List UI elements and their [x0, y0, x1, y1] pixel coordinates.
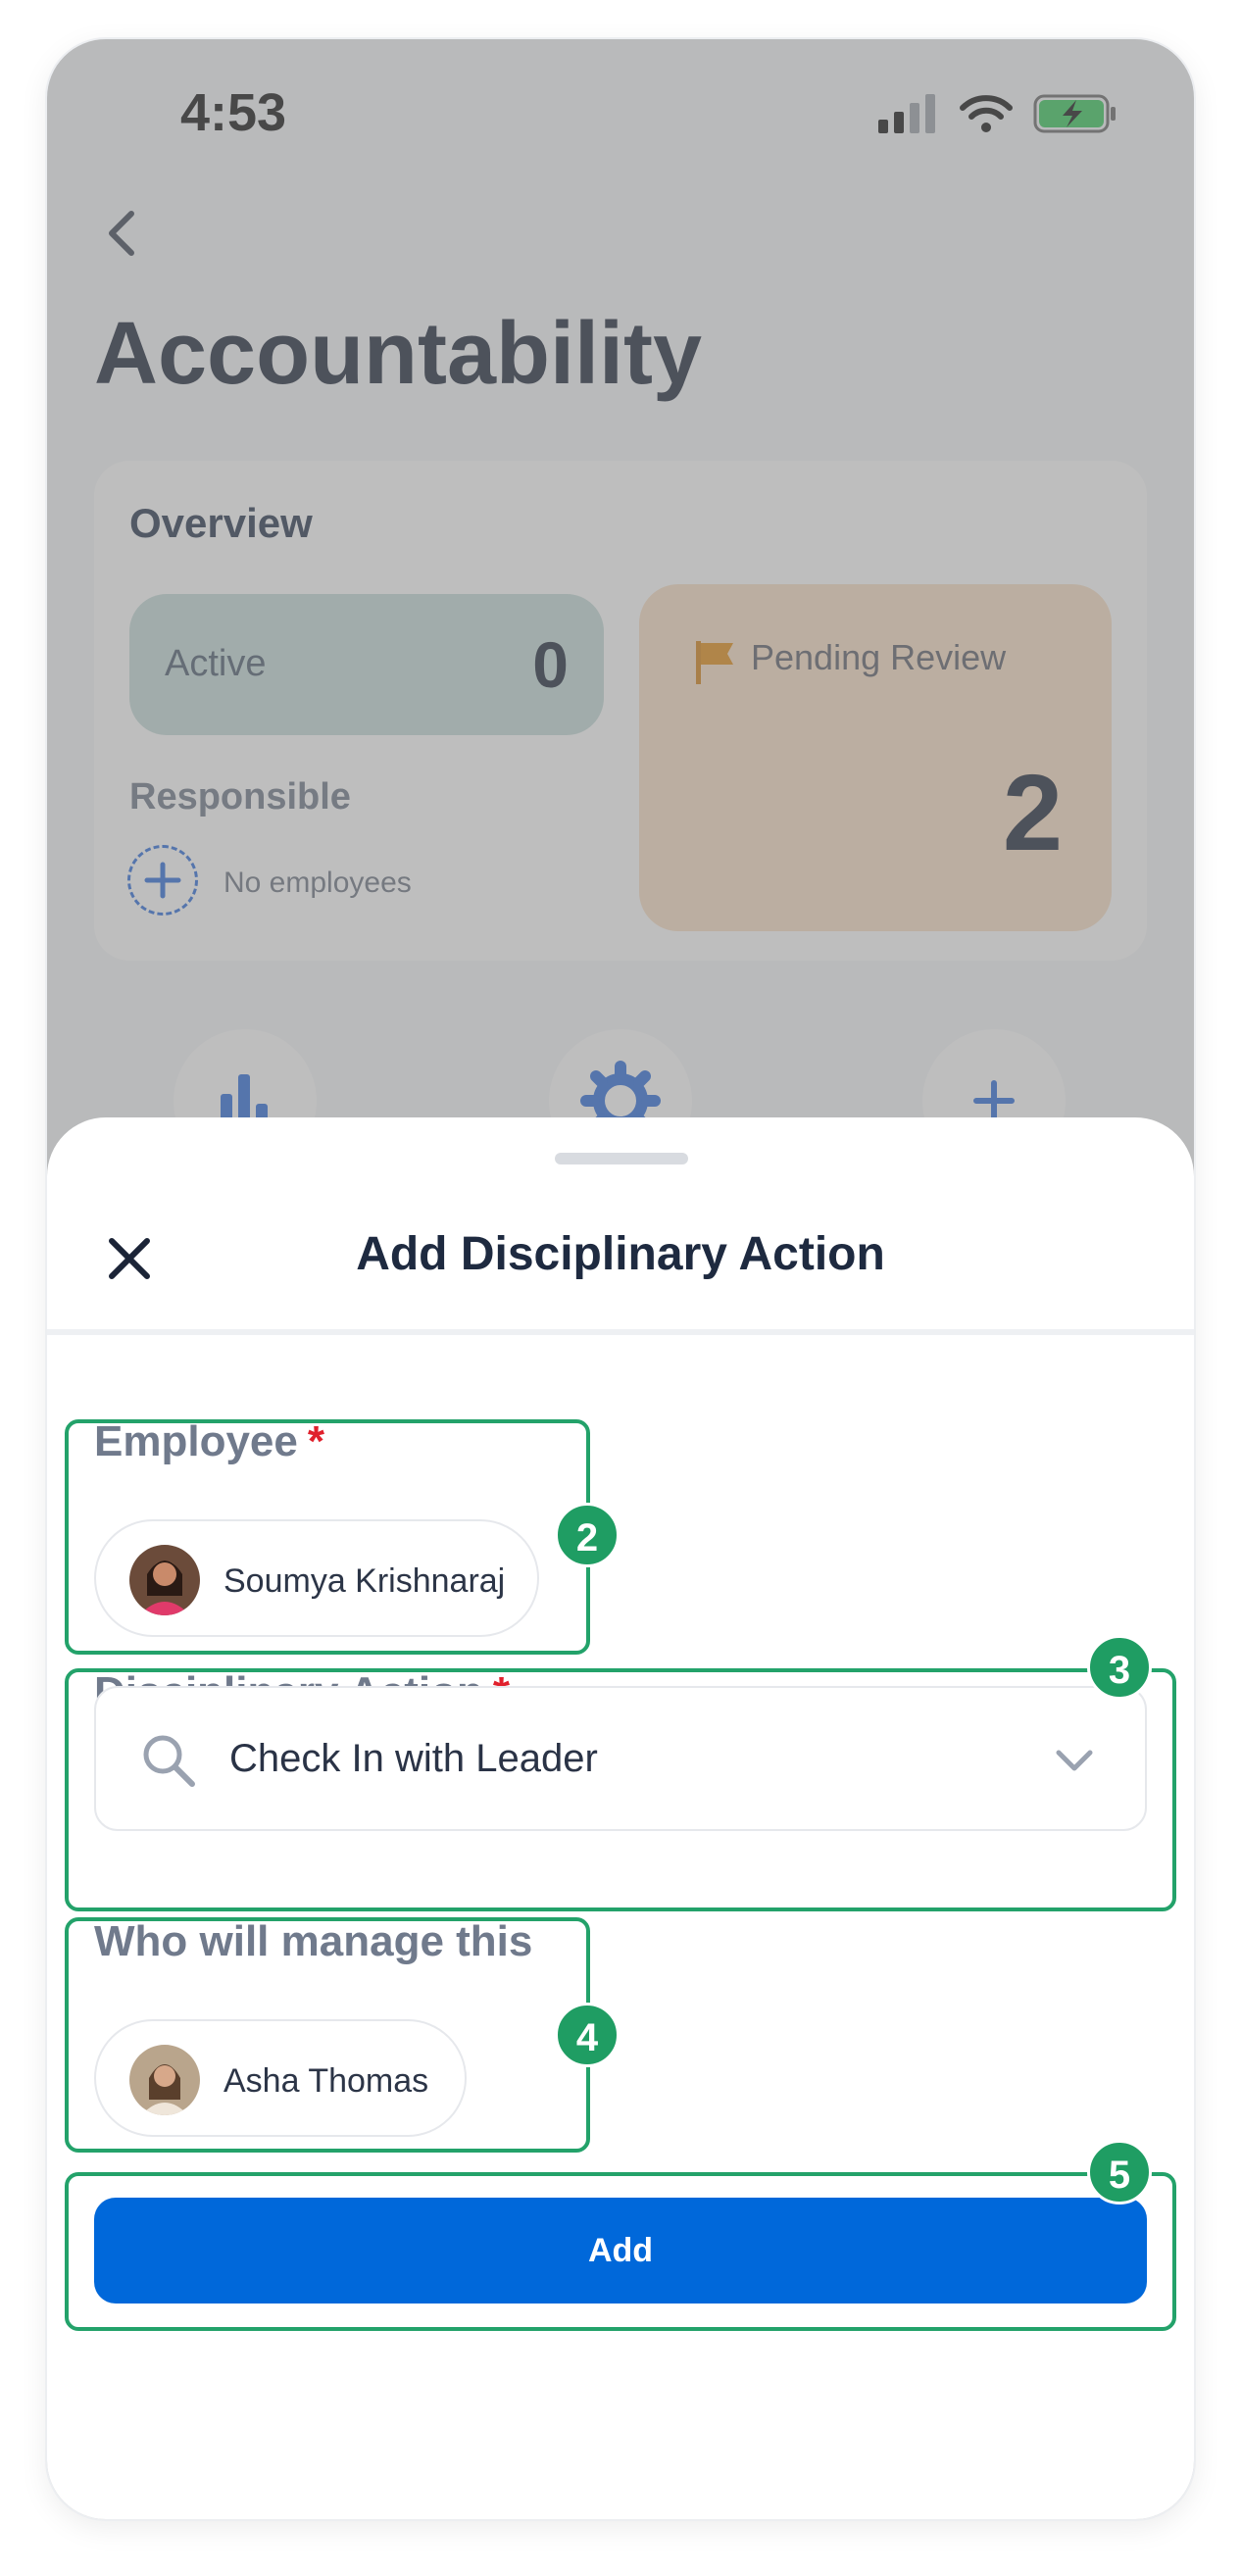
highlight-employee — [65, 1419, 590, 1655]
highlight-disciplinary-action — [65, 1668, 1176, 1911]
header-divider — [47, 1329, 1194, 1335]
annotation-badge-4: 4 — [555, 2003, 620, 2067]
sheet-grabber[interactable] — [555, 1153, 688, 1164]
annotation-badge-3: 3 — [1087, 1635, 1152, 1700]
highlight-manager — [65, 1917, 590, 2153]
add-disciplinary-action-sheet: Add Disciplinary Action Employee * Soumya… — [47, 1117, 1194, 2519]
annotation-badge-2: 2 — [555, 1503, 620, 1567]
sheet-title: Add Disciplinary Action — [356, 1228, 885, 1280]
highlight-add-button — [65, 2172, 1176, 2331]
annotation-badge-5: 5 — [1087, 2140, 1152, 2204]
phone-screen: 4:53 Accountability Overv — [47, 39, 1194, 2519]
